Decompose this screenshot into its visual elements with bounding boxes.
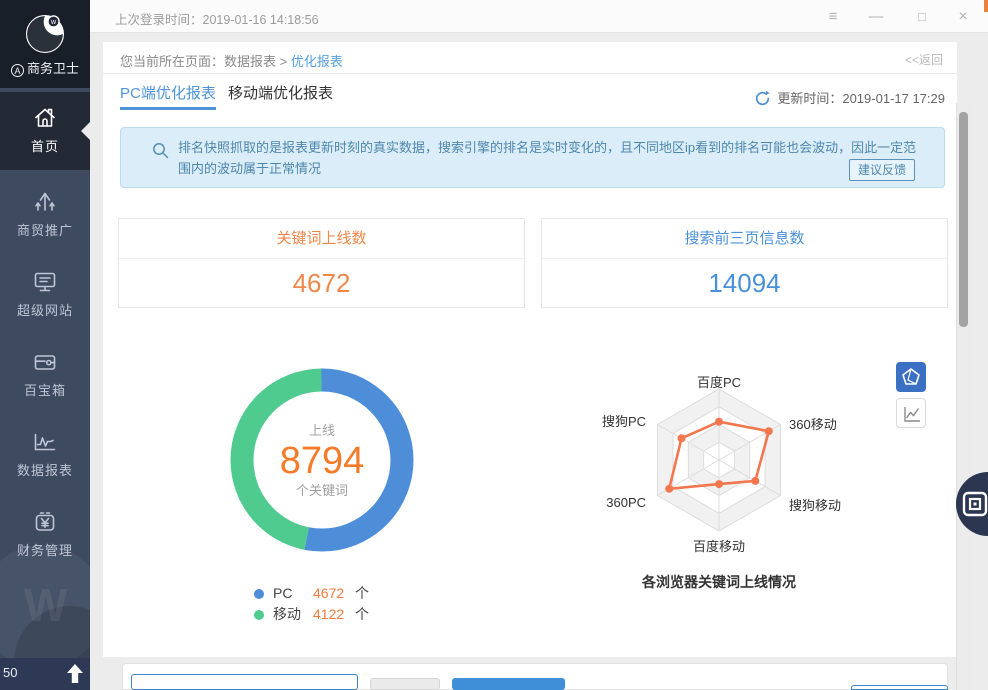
donut-center-label: 上线 8794 个关键词 — [262, 423, 382, 499]
qr-code-icon — [961, 490, 988, 518]
trend-view-button[interactable] — [896, 398, 926, 428]
stat-card-value: 14094 — [542, 259, 947, 308]
scrollbar-track — [956, 103, 970, 690]
legend-item-pc[interactable]: PC4672个 — [254, 583, 369, 604]
sidebar-footer: 50 — [0, 658, 90, 690]
refresh-icon[interactable] — [754, 90, 771, 107]
breadcrumb-section: 数据报表 — [224, 54, 276, 69]
main-panel: 您当前所在页面：数据报表 > 优化报表 <<返回 PC端优化报表 移动端优化报表… — [103, 42, 957, 657]
stat-card-keywords-online: 关键词上线数 4672 — [118, 218, 525, 308]
promotion-icon — [31, 188, 59, 216]
app-logo[interactable]: w A商务卫士 — [0, 0, 90, 88]
bottom-right-input[interactable] — [851, 685, 948, 690]
donut-total-value: 8794 — [262, 439, 382, 483]
sidebar-item-toolbox[interactable]: 百宝箱 — [0, 336, 90, 414]
pentagon-icon — [900, 366, 922, 388]
home-icon — [31, 104, 59, 132]
window-maximize-button[interactable]: □ — [909, 0, 935, 33]
toolbox-icon — [31, 348, 59, 376]
radar-axis-360-pc: 360PC — [551, 495, 646, 510]
update-time-row: 更新时间：2019-01-17 17:29 — [754, 88, 945, 107]
bottom-search-input[interactable] — [131, 674, 358, 690]
tab-mobile-report[interactable]: 移动端优化报表 — [228, 82, 333, 110]
website-icon — [31, 268, 59, 296]
back-link[interactable]: <<返回 — [905, 51, 943, 68]
bottom-primary-button[interactable] — [452, 678, 565, 690]
stat-card-top3-pages: 搜索前三页信息数 14094 — [541, 218, 948, 308]
donut-legend: PC4672个 移动4122个 — [254, 583, 369, 625]
app-window: w A商务卫士 首页 商贸推广 超级网站 — [0, 0, 988, 690]
radar-chart — [619, 374, 820, 546]
corner-accent — [984, 0, 988, 12]
watermark-letter: W — [24, 578, 67, 632]
breadcrumb-separator: > — [280, 54, 288, 69]
sidebar: w A商务卫士 首页 商贸推广 超级网站 — [0, 0, 90, 690]
radar-axis-baidu-pc: 百度PC — [649, 372, 789, 391]
radar-view-button[interactable] — [896, 362, 926, 392]
window-close-button[interactable]: × — [950, 0, 976, 33]
line-chart-icon — [901, 403, 923, 425]
last-login-label: 上次登录时间：2019-01-16 14:18:56 — [115, 9, 319, 28]
sidebar-item-trade-promotion[interactable]: 商贸推广 — [0, 176, 90, 254]
notice-text: 排名快照抓取的是报表更新时刻的真实数据，搜索引擎的排名是实时变化的，且不同地区i… — [178, 137, 920, 179]
legend-dot-pc — [254, 589, 264, 599]
up-arrow-icon[interactable] — [66, 663, 84, 685]
legend-dot-mobile — [254, 610, 264, 620]
radar-axis-sogou-pc: 搜狗PC — [551, 411, 646, 430]
footer-number: 50 — [3, 665, 17, 680]
feedback-button[interactable]: 建议反馈 — [849, 159, 915, 181]
breadcrumb-prefix: 您当前所在页面： — [120, 54, 224, 69]
search-icon — [152, 142, 169, 159]
divider — [103, 73, 957, 74]
sidebar-item-home[interactable]: 首页 — [0, 92, 90, 170]
notice-banner: 排名快照抓取的是报表更新时刻的真实数据，搜索引擎的排名是实时变化的，且不同地区i… — [120, 127, 945, 188]
legend-item-mobile[interactable]: 移动4122个 — [254, 604, 369, 625]
stat-card-title: 搜索前三页信息数 — [542, 219, 947, 259]
stat-card-value: 4672 — [119, 259, 524, 308]
window-minimize-button[interactable]: — — [863, 0, 889, 33]
brand-badge-icon: A — [11, 64, 24, 77]
breadcrumb-current[interactable]: 优化报表 — [291, 54, 343, 69]
window-titlebar: 上次登录时间：2019-01-16 14:18:56 ≡ — □ × — [90, 0, 988, 33]
radar-axis-baidu-mobile: 百度移动 — [649, 536, 789, 555]
report-icon — [31, 428, 59, 456]
scrollbar-thumb[interactable] — [959, 112, 968, 327]
radar-axis-360-mobile: 360移动 — [789, 414, 837, 433]
sidebar-item-data-report[interactable]: 数据报表 — [0, 416, 90, 494]
breadcrumb: 您当前所在页面：数据报表 > 优化报表 — [120, 51, 343, 70]
update-time-label: 更新时间：2019-01-17 17:29 — [777, 91, 945, 106]
stat-card-title: 关键词上线数 — [119, 219, 524, 259]
bottom-secondary-button[interactable] — [370, 678, 440, 690]
tab-pc-report[interactable]: PC端优化报表 — [120, 82, 216, 110]
sidebar-item-super-website[interactable]: 超级网站 — [0, 256, 90, 334]
finance-icon — [31, 508, 59, 536]
radar-axis-sogou-mobile: 搜狗移动 — [789, 495, 841, 514]
radar-caption: 各浏览器关键词上线情况 — [594, 572, 844, 592]
window-menu-button[interactable]: ≡ — [820, 0, 846, 33]
brand-name: A商务卫士 — [0, 58, 90, 77]
svg-text:w: w — [50, 19, 57, 26]
yinyang-logo-icon: w — [25, 12, 65, 54]
